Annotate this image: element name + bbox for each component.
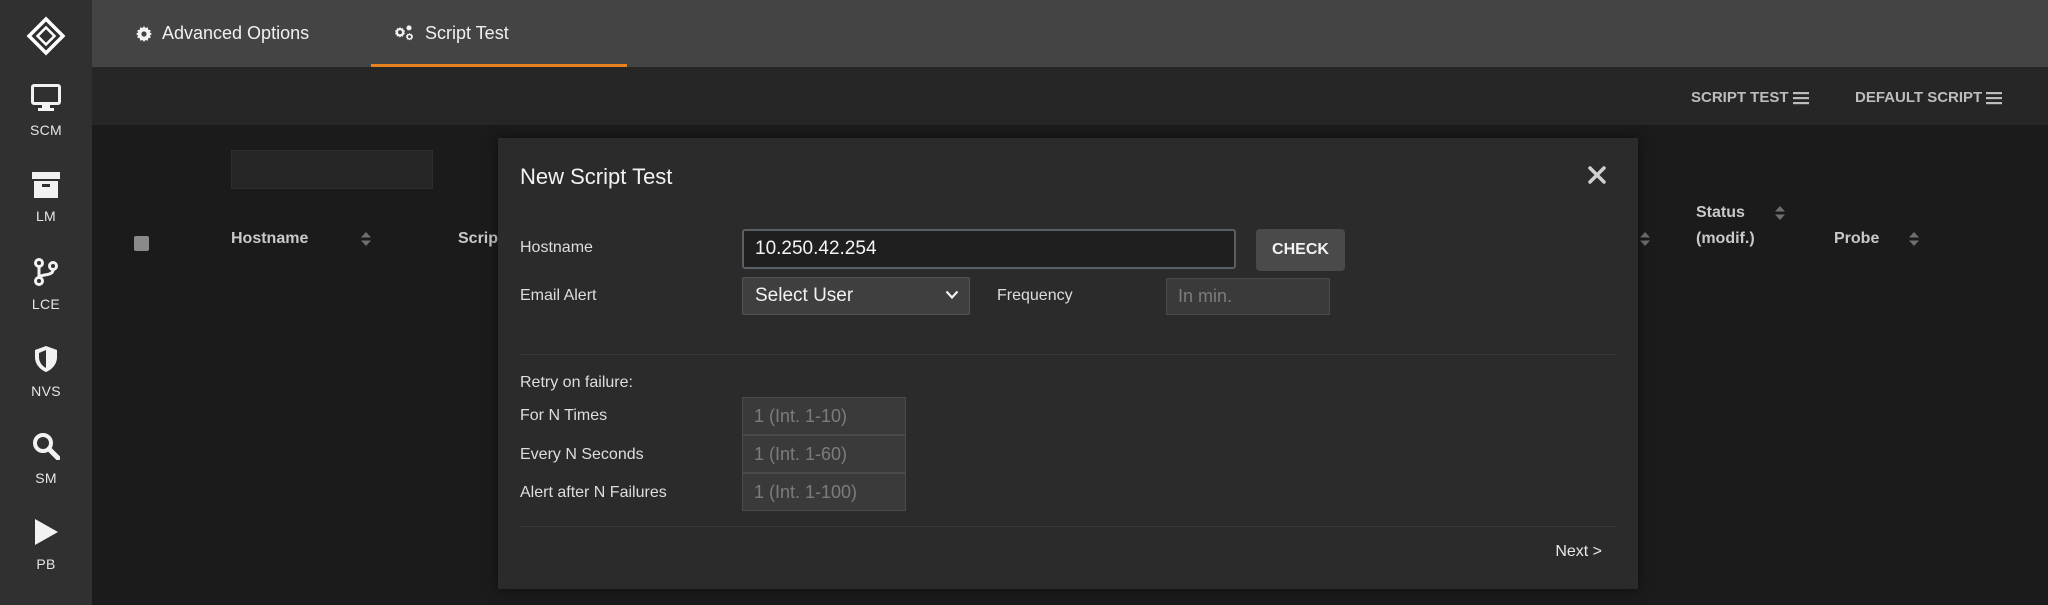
sort-icon[interactable] bbox=[1908, 231, 1920, 247]
column-label-hostname: Hostname bbox=[231, 230, 309, 247]
app-logo-icon[interactable] bbox=[26, 16, 66, 56]
archive-icon bbox=[32, 172, 60, 198]
next-button[interactable]: Next > bbox=[1555, 543, 1602, 561]
left-rail: SCM LM LCE NVS SM PB bbox=[0, 0, 92, 605]
column-label-status: Status bbox=[1696, 204, 1745, 221]
section-divider bbox=[520, 354, 1616, 355]
search-icon bbox=[33, 433, 60, 460]
sub-header-bar: SCRIPT TEST DEFAULT SCRIPT bbox=[92, 67, 2048, 125]
hamburger-icon bbox=[1986, 91, 2003, 104]
default-script-menu-button[interactable]: DEFAULT SCRIPT bbox=[1855, 89, 2003, 106]
rail-item-nvs[interactable]: NVS bbox=[0, 345, 92, 427]
dialog-title: New Script Test bbox=[520, 164, 673, 189]
gear-icon bbox=[136, 25, 152, 42]
play-icon bbox=[35, 519, 58, 545]
tab-label-script-test: Script Test bbox=[425, 23, 509, 43]
sort-icon[interactable] bbox=[1639, 231, 1651, 247]
hamburger-icon bbox=[1792, 91, 1809, 104]
new-script-test-dialog: New Script Test Hostname CHECK Email Ale… bbox=[498, 138, 1638, 589]
column-header-script[interactable]: Scrip bbox=[458, 228, 498, 250]
rail-label-pb: PB bbox=[36, 556, 56, 572]
rail-item-pb[interactable]: PB bbox=[0, 518, 92, 600]
email-alert-select[interactable]: Select User bbox=[742, 277, 970, 315]
frequency-label: Frequency bbox=[997, 287, 1073, 304]
script-test-menu-button[interactable]: SCRIPT TEST bbox=[1691, 89, 1809, 106]
footer-divider bbox=[520, 526, 1616, 527]
column-header-hostname[interactable]: Hostname bbox=[231, 228, 308, 250]
top-tab-bar: Advanced Options Script Test bbox=[92, 0, 2048, 67]
hostname-label: Hostname bbox=[520, 239, 593, 256]
for-n-times-label: For N Times bbox=[520, 407, 608, 424]
rail-label-nvs: NVS bbox=[31, 383, 61, 399]
column-label-script: Scrip bbox=[458, 230, 499, 247]
rail-item-lce[interactable]: LCE bbox=[0, 258, 92, 340]
tab-script-test[interactable]: Script Test bbox=[371, 0, 627, 67]
column-label-status-modif: (modif.) bbox=[1696, 230, 1755, 247]
monitor-icon bbox=[31, 84, 61, 111]
filter-input[interactable] bbox=[231, 150, 433, 189]
column-header-status[interactable]: Status (modif.) bbox=[1696, 202, 1755, 250]
column-label-probe: Probe bbox=[1834, 230, 1880, 247]
every-n-seconds-input[interactable] bbox=[742, 435, 906, 473]
gears-icon bbox=[395, 24, 414, 40]
script-test-menu-label: SCRIPT TEST bbox=[1691, 89, 1789, 106]
hostname-input[interactable] bbox=[742, 229, 1236, 269]
sort-icon[interactable] bbox=[1774, 205, 1786, 221]
rail-item-sm[interactable]: SM bbox=[0, 432, 92, 514]
rail-item-scm[interactable]: SCM bbox=[0, 84, 92, 166]
shield-icon bbox=[35, 346, 57, 372]
retry-heading: Retry on failure: bbox=[520, 374, 633, 391]
alert-after-n-failures-label: Alert after N Failures bbox=[520, 484, 667, 501]
column-header-probe[interactable]: Probe bbox=[1834, 228, 1879, 250]
rail-item-lm[interactable]: LM bbox=[0, 172, 92, 254]
rail-label-lm: LM bbox=[35, 208, 57, 224]
sort-icon[interactable] bbox=[360, 231, 372, 247]
check-button[interactable]: CHECK bbox=[1256, 229, 1345, 271]
chevron-down-icon bbox=[945, 290, 959, 300]
rail-label-lce: LCE bbox=[31, 296, 61, 312]
close-icon[interactable] bbox=[1586, 164, 1608, 186]
email-alert-selected: Select User bbox=[755, 285, 854, 306]
alert-after-n-failures-input[interactable] bbox=[742, 473, 906, 511]
tab-label-advanced-options: Advanced Options bbox=[162, 23, 310, 43]
rail-label-sm: SM bbox=[35, 470, 57, 486]
frequency-input[interactable] bbox=[1166, 278, 1330, 315]
tab-advanced-options[interactable]: Advanced Options bbox=[136, 0, 326, 67]
select-all-checkbox[interactable] bbox=[134, 236, 149, 251]
branch-icon bbox=[34, 258, 58, 286]
default-script-menu-label: DEFAULT SCRIPT bbox=[1855, 89, 1983, 106]
email-alert-label: Email Alert bbox=[520, 287, 597, 304]
for-n-times-input[interactable] bbox=[742, 397, 906, 435]
rail-label-scm: SCM bbox=[29, 122, 62, 138]
every-n-seconds-label: Every N Seconds bbox=[520, 446, 644, 463]
